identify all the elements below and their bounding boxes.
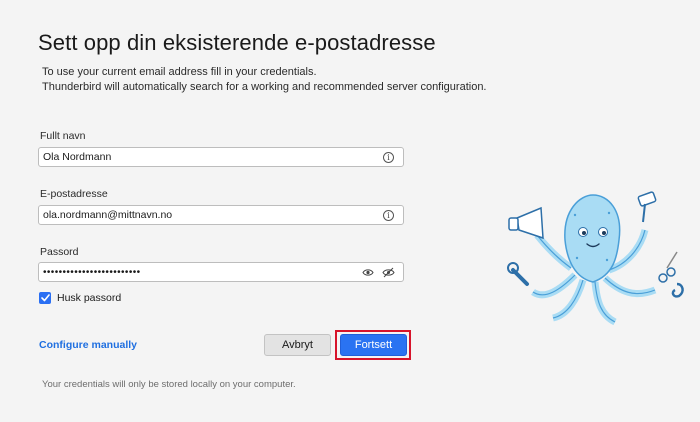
email-value[interactable]: ola.nordmann@mittnavn.no [39, 209, 383, 221]
continue-button[interactable]: Fortsett [340, 334, 407, 356]
intro-line-2: Thunderbird will automatically search fo… [42, 81, 487, 93]
remember-password-checkbox[interactable] [39, 292, 51, 304]
eye-icon[interactable] [361, 266, 375, 278]
remember-password-label: Husk passord [57, 292, 122, 304]
password-value[interactable]: ••••••••••••••••••••••••• [39, 267, 361, 278]
fullname-value[interactable]: Ola Nordmann [39, 151, 383, 163]
checkmark-icon [40, 294, 50, 302]
remember-password-row[interactable]: Husk passord [39, 292, 121, 304]
configure-manually-link[interactable]: Configure manually [39, 339, 137, 351]
info-icon[interactable]: i [383, 209, 394, 221]
credentials-note: Your credentials will only be stored loc… [42, 379, 296, 390]
intro-text: To use your current email address fill i… [42, 65, 487, 95]
fullname-field[interactable]: Ola Nordmann i [38, 147, 404, 167]
email-label: E-postadresse [40, 188, 108, 200]
info-icon[interactable]: i [383, 151, 394, 163]
account-setup-page: Sett opp din eksisterende e-postadresse … [0, 0, 700, 422]
cancel-button[interactable]: Avbryt [264, 334, 331, 356]
fullname-label: Fullt navn [40, 130, 86, 142]
intro-line-1: To use your current email address fill i… [42, 66, 317, 78]
password-label: Passord [40, 246, 79, 258]
email-field[interactable]: ola.nordmann@mittnavn.no i [38, 205, 404, 225]
octopus-mascot [507, 191, 684, 326]
eye-slash-icon[interactable] [381, 266, 395, 278]
password-field[interactable]: ••••••••••••••••••••••••• [38, 262, 404, 282]
page-title: Sett opp din eksisterende e-postadresse [38, 30, 436, 55]
